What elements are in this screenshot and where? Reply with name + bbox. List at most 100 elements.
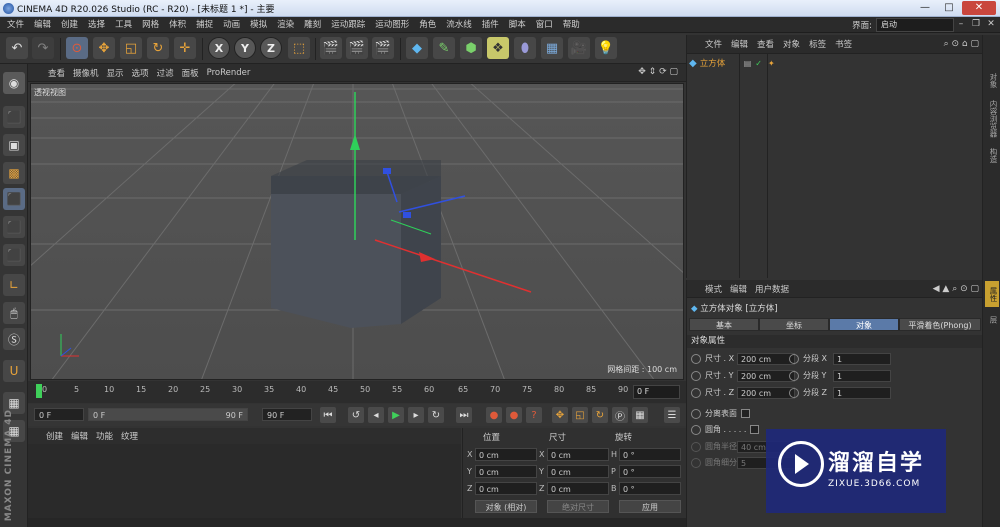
range-slider[interactable]: 0 F 90 F	[88, 408, 248, 421]
position-y-field[interactable]: 0 cm	[475, 465, 537, 478]
tab-basic[interactable]: 基本	[689, 318, 759, 331]
side-tab-attributes[interactable]: 属性	[985, 281, 999, 307]
rotation-b-field[interactable]: 0 °	[619, 482, 681, 495]
apply-button[interactable]: 应用	[619, 500, 681, 513]
go-to-start-icon[interactable]: ⏮	[320, 407, 336, 423]
move-icon[interactable]: ✥	[93, 37, 115, 59]
camera-icon[interactable]: 🎥	[568, 37, 590, 59]
menu-snap[interactable]: 捕捉	[191, 17, 218, 33]
separate-surfaces-checkbox[interactable]	[741, 409, 750, 418]
position-x-field[interactable]: 0 cm	[475, 448, 537, 461]
fillet-animate-radio[interactable]	[691, 424, 701, 435]
menu-restore-icon[interactable]: ❐	[969, 18, 983, 31]
menu-volume[interactable]: 体积	[164, 17, 191, 33]
rotate-icon[interactable]: ↻	[147, 37, 169, 59]
previous-frame-icon[interactable]: ◂	[368, 407, 384, 423]
rotation-p-field[interactable]: 0 °	[619, 465, 681, 478]
viewport-nav-icons[interactable]: ✥ ⇕ ⟳ ▢	[638, 67, 678, 77]
object-name[interactable]: 立方体	[700, 57, 744, 69]
segments-z-animate-radio[interactable]	[789, 387, 799, 398]
key-parameter-icon[interactable]: Ⓟ	[612, 407, 628, 423]
menu-plugins[interactable]: 插件	[477, 17, 504, 33]
menu-tools[interactable]: 工具	[110, 17, 137, 33]
menu-edit[interactable]: 编辑	[29, 17, 56, 33]
next-frame-icon[interactable]: ▸	[408, 407, 424, 423]
key-pla-icon[interactable]: ▦	[632, 407, 648, 423]
size-z-field[interactable]: 200 cm	[737, 387, 795, 399]
tab-phong[interactable]: 平滑着色(Phong)	[899, 318, 981, 331]
recent-tool-icon[interactable]: ✛	[174, 37, 196, 59]
attribute-nav-icons[interactable]: ◀ ▲ ⌕ ⊙ ▢	[933, 284, 979, 294]
light-icon[interactable]: 💡	[595, 37, 617, 59]
z-axis-lock-icon[interactable]: Z	[260, 37, 282, 59]
material-menu-edit[interactable]: 编辑	[71, 430, 88, 442]
key-scale-icon[interactable]: ◱	[572, 407, 588, 423]
tab-coord[interactable]: 坐标	[759, 318, 829, 331]
viewport-menu-filter[interactable]: 过滤	[157, 67, 174, 79]
menu-file[interactable]: 文件	[2, 17, 29, 33]
cube[interactable]	[271, 160, 441, 328]
segments-z-field[interactable]: 1	[833, 387, 891, 399]
object-menu-bookmarks[interactable]: 书签	[835, 38, 852, 50]
undo-icon[interactable]: ↶	[6, 37, 28, 59]
object-row[interactable]: ◆ 立方体 ▤ ✓ ✦	[689, 56, 981, 70]
side-tab-structure[interactable]: 构造	[985, 143, 999, 167]
subdivision-icon[interactable]: ⬢	[460, 37, 482, 59]
attribute-menu-edit[interactable]: 编辑	[730, 283, 747, 295]
object-menu-tags[interactable]: 标签	[809, 38, 826, 50]
render-picture-viewer-icon[interactable]: 🎬	[346, 37, 368, 59]
menu-sculpt[interactable]: 雕刻	[299, 17, 326, 33]
perspective-viewport[interactable]: 透视视图 网格间距 : 100 cm	[30, 83, 684, 380]
points-mode-icon[interactable]: ⬛	[3, 188, 25, 210]
viewport-menu-display[interactable]: 显示	[107, 67, 124, 79]
menu-select[interactable]: 选择	[83, 17, 110, 33]
minimize-button[interactable]: —	[914, 1, 936, 15]
menu-mesh[interactable]: 网格	[137, 17, 164, 33]
menu-mograph[interactable]: 运动图形	[370, 17, 414, 33]
side-tab-content-browser[interactable]: 内容浏览器	[985, 97, 999, 141]
pen-icon[interactable]: ✎	[433, 37, 455, 59]
menu-render[interactable]: 渲染	[272, 17, 299, 33]
cube-icon[interactable]: ◆	[406, 37, 428, 59]
polygons-mode-icon[interactable]: ⬛	[3, 244, 25, 266]
magnet-icon[interactable]: U	[3, 360, 25, 382]
menu-motion-tracking[interactable]: 运动跟踪	[326, 17, 370, 33]
attribute-menu-userdata[interactable]: 用户数据	[755, 283, 789, 295]
object-menu-edit[interactable]: 编辑	[731, 38, 748, 50]
viewport-menu-cameras[interactable]: 摄像机	[73, 67, 99, 79]
side-tab-layers[interactable]: 层	[985, 311, 999, 329]
auto-key-icon[interactable]: ●	[506, 407, 522, 423]
menu-help[interactable]: 帮助	[558, 17, 585, 33]
menu-close-icon[interactable]: ✕	[984, 18, 998, 31]
close-button[interactable]: ✕	[962, 1, 996, 15]
material-area[interactable]	[28, 444, 461, 527]
snap-icon[interactable]: Ⓢ	[3, 328, 25, 350]
material-menu-texture[interactable]: 纹理	[121, 430, 138, 442]
size-mode-dropdown[interactable]: 绝对尺寸	[547, 500, 609, 513]
start-frame-field[interactable]: 0 F	[34, 408, 84, 421]
menu-character[interactable]: 角色	[414, 17, 441, 33]
viewport-menu-options[interactable]: 选项	[132, 67, 149, 79]
live-select-icon[interactable]: ⊙	[66, 37, 88, 59]
menu-create[interactable]: 创建	[56, 17, 83, 33]
menu-window[interactable]: 窗口	[531, 17, 558, 33]
object-menu-objects[interactable]: 对象	[783, 38, 800, 50]
coordinate-system-icon[interactable]: ⬚	[288, 37, 310, 59]
segments-x-field[interactable]: 1	[833, 353, 891, 365]
viewport-menu-panel[interactable]: 面板	[182, 67, 199, 79]
size-y-field[interactable]: 0 cm	[547, 465, 609, 478]
keyframe-selection-icon[interactable]: ?	[526, 407, 542, 423]
attribute-menu-mode[interactable]: 模式	[705, 283, 722, 295]
size-y-field[interactable]: 200 cm	[737, 370, 795, 382]
tweak-mode-icon[interactable]: 🖱	[3, 302, 25, 324]
next-key-icon[interactable]: ↻	[428, 407, 444, 423]
current-frame-field[interactable]: 0 F	[633, 385, 680, 399]
redo-icon[interactable]: ↷	[32, 37, 54, 59]
fillet-sub-animate-radio[interactable]	[691, 457, 701, 468]
scale-icon[interactable]: ◱	[120, 37, 142, 59]
previous-key-icon[interactable]: ↺	[348, 407, 364, 423]
menu-script[interactable]: 脚本	[504, 17, 531, 33]
object-menu-view[interactable]: 查看	[757, 38, 774, 50]
make-editable-icon[interactable]: ◉	[3, 72, 25, 94]
timeline-settings-icon[interactable]: ☰	[664, 407, 680, 423]
